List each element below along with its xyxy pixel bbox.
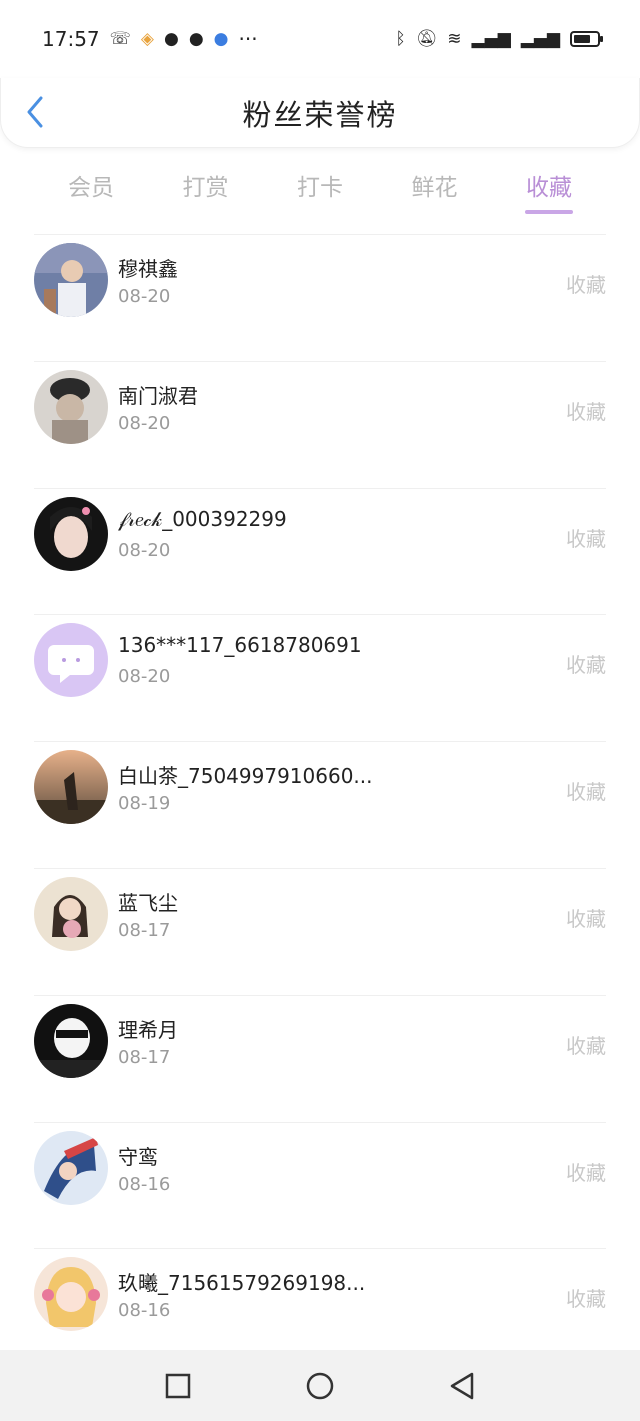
date: 08-20	[118, 666, 171, 688]
page-title: 粉丝荣誉榜	[242, 98, 398, 132]
user-name: 玖曦_71561579269198...	[118, 1271, 366, 1296]
date: 08-20	[118, 286, 171, 307]
triangle-back-icon	[450, 1372, 474, 1399]
favorite-label: 收藏	[566, 1033, 606, 1058]
favorite-label: 收藏	[566, 526, 606, 551]
avatar	[34, 1130, 108, 1205]
bluetooth-icon: ᛒ	[395, 28, 406, 49]
avatar	[34, 369, 108, 444]
list-item[interactable]: 蓝飞尘 08-17 收藏	[34, 867, 606, 995]
list-item[interactable]: 守鸾 08-16 收藏	[34, 1121, 606, 1249]
app-notification-icon: ◈	[140, 28, 154, 49]
signal-5g-icon-2: ▂▄▆	[520, 28, 560, 49]
avatar	[34, 243, 108, 317]
tab-member[interactable]: 会员	[34, 158, 148, 218]
date: 08-20	[118, 539, 171, 561]
status-left: 17:57 ☏ ◈ ● ● ● ···	[42, 27, 258, 51]
user-name: 守鸾	[118, 1144, 158, 1169]
date: 08-20	[118, 412, 171, 434]
avatar	[34, 750, 108, 825]
date: 08-17	[118, 919, 171, 941]
list-item[interactable]: 𝒻𝓇𝑒𝒸𝓀_000392299 08-20 收藏	[34, 487, 606, 615]
user-name: 南门淑君	[118, 383, 198, 408]
list-item[interactable]: 白山茶_7504997910660... 08-19 收藏	[34, 741, 606, 868]
status-bar: 17:57 ☏ ◈ ● ● ● ··· ᛒ 🔕︎ ≋ ▂▄▆ ▂▄▆	[0, 0, 640, 78]
list-item[interactable]: 南门淑君 08-20 收藏	[34, 360, 606, 488]
square-icon	[165, 1373, 191, 1398]
header: 粉丝荣誉榜	[0, 78, 640, 148]
browser-icon: ●	[213, 28, 229, 49]
mute-icon: 🔕︎	[415, 28, 438, 49]
avatar	[34, 623, 108, 698]
battery-icon	[570, 31, 603, 47]
favorite-label: 收藏	[566, 780, 606, 805]
favorite-label: 收藏	[566, 399, 606, 424]
tab-checkin[interactable]: 打卡	[263, 158, 377, 218]
circle-icon	[306, 1372, 334, 1399]
tab-flowers[interactable]: 鲜花	[378, 158, 492, 218]
recents-button[interactable]	[162, 1370, 194, 1402]
favorite-label: 收藏	[566, 906, 606, 931]
system-nav-bar	[0, 1350, 640, 1421]
missed-call-icon: ☏	[109, 28, 131, 49]
status-time: 17:57	[42, 27, 100, 51]
avatar	[34, 1003, 108, 1078]
user-name: 理希月	[118, 1017, 178, 1042]
tab-favorites[interactable]: 收藏	[492, 158, 606, 218]
date: 08-19	[118, 793, 171, 815]
favorite-label: 收藏	[566, 1287, 606, 1312]
avatar	[34, 1257, 108, 1332]
tab-reward[interactable]: 打赏	[149, 158, 263, 218]
back-nav-button[interactable]	[446, 1370, 478, 1402]
date: 08-16	[118, 1173, 171, 1195]
list-item[interactable]: 136***117_6618780691 08-20 收藏	[34, 614, 606, 741]
wechat-icon: ●	[163, 28, 179, 49]
date: 08-17	[118, 1046, 171, 1068]
date: 08-16	[118, 1300, 171, 1322]
signal-5g-icon: ▂▄▆	[471, 28, 511, 49]
list-item[interactable]: 理希月 08-17 收藏	[34, 994, 606, 1122]
favorite-label: 收藏	[566, 653, 606, 678]
wifi-icon: ≋	[447, 28, 462, 49]
avatar	[34, 496, 108, 571]
user-name: 𝒻𝓇𝑒𝒸𝓀_000392299	[118, 506, 287, 531]
user-name: 白山茶_7504997910660...	[118, 764, 373, 789]
user-name: 穆祺鑫	[118, 257, 178, 281]
list-item[interactable]: 穆祺鑫 08-20 收藏	[34, 234, 606, 361]
favorite-label: 收藏	[566, 273, 606, 297]
user-name: 136***117_6618780691	[118, 633, 362, 658]
avatar	[34, 876, 108, 951]
fan-list: 穆祺鑫 08-20 收藏 南门淑君 08-20 收藏 𝒻𝓇𝑒𝒸𝓀_0003922…	[0, 234, 640, 1375]
user-name: 蓝飞尘	[118, 890, 178, 915]
favorite-label: 收藏	[566, 1160, 606, 1185]
home-button[interactable]	[304, 1370, 336, 1402]
wechat-icon-2: ●	[188, 28, 204, 49]
status-right: ᛒ 🔕︎ ≋ ▂▄▆ ▂▄▆	[395, 28, 603, 49]
tab-bar: 会员 打赏 打卡 鲜花 收藏	[34, 158, 606, 218]
more-notifications-icon: ···	[238, 27, 258, 51]
